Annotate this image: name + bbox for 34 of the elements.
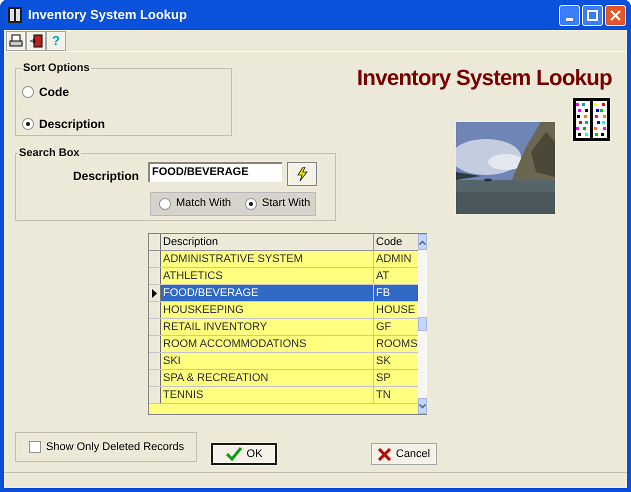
table-cell[interactable]: HOUSKEEPING bbox=[161, 302, 374, 318]
table-cell[interactable]: SK bbox=[374, 353, 418, 369]
ok-button[interactable]: OK bbox=[211, 443, 277, 465]
table-cell[interactable]: FOOD/BEVERAGE bbox=[161, 285, 374, 301]
table-cell[interactable]: FB bbox=[374, 285, 418, 301]
table-cell[interactable]: SKI bbox=[161, 353, 374, 369]
radio-option[interactable]: Start With bbox=[245, 195, 310, 212]
app-heading: Inventory System Lookup bbox=[356, 64, 612, 92]
field-label: Description bbox=[72, 168, 139, 184]
table-cell[interactable]: TENNIS bbox=[161, 387, 374, 403]
description-input[interactable]: FOOD/BEVERAGE bbox=[152, 164, 280, 181]
window-title: Inventory System Lookup bbox=[28, 6, 187, 24]
description-field[interactable]: FOOD/BEVERAGE bbox=[148, 162, 282, 182]
table-cell[interactable]: SPA & RECREATION bbox=[161, 370, 374, 386]
checkbox-label[interactable]: Show Only Deleted Records bbox=[46, 438, 184, 456]
table-cell[interactable]: ADMINISTRATIVE SYSTEM bbox=[161, 251, 374, 267]
table-cell[interactable]: ADMIN bbox=[374, 251, 418, 267]
cancel-button[interactable]: Cancel bbox=[371, 443, 437, 465]
table-cell[interactable]: ROOM ACCOMMODATIONS bbox=[161, 336, 374, 352]
column-header[interactable]: Description bbox=[161, 234, 374, 250]
radio-option[interactable]: Match With bbox=[159, 195, 232, 212]
table-cell[interactable]: TN bbox=[374, 387, 418, 403]
table-cell[interactable]: AT bbox=[374, 268, 418, 284]
radio-option[interactable]: Code bbox=[22, 82, 225, 100]
group-title: Search Box bbox=[18, 146, 81, 161]
table-cell[interactable]: ATHLETICS bbox=[161, 268, 374, 284]
table-cell[interactable]: GF bbox=[374, 319, 418, 335]
table-cell[interactable]: HOUSE bbox=[374, 302, 418, 318]
table-cell[interactable]: RETAIL INVENTORY bbox=[161, 319, 374, 335]
table-cell[interactable]: ROOMS bbox=[374, 336, 418, 352]
column-header[interactable]: Code bbox=[374, 234, 418, 250]
table-cell[interactable]: SP bbox=[374, 370, 418, 386]
radio-option[interactable]: Description bbox=[22, 114, 225, 132]
group-title: Sort Options bbox=[22, 61, 91, 76]
